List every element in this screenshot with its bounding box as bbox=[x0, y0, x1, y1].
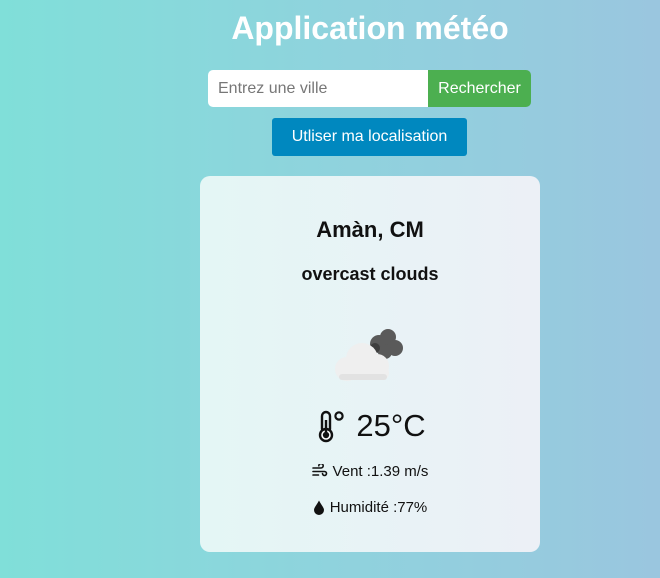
overcast-clouds-icon bbox=[335, 329, 403, 381]
use-location-button[interactable]: Utliser ma localisation bbox=[272, 118, 467, 156]
app-title: Application météo bbox=[231, 10, 509, 46]
weather-card: Amàn, CM overcast clouds 25°C Vent:1.39… bbox=[200, 176, 540, 552]
wind-icon bbox=[311, 464, 327, 477]
city-name: Amàn, CM bbox=[316, 217, 424, 242]
temperature-row: 25°C bbox=[200, 406, 540, 446]
city-search-input[interactable] bbox=[208, 70, 428, 107]
wind-row: Vent :1.39 m/s bbox=[200, 461, 540, 481]
search-bar: Rechercher bbox=[208, 70, 531, 107]
search-button[interactable]: Rechercher bbox=[428, 70, 531, 107]
water-drop-icon bbox=[313, 500, 324, 515]
thermometer-icon bbox=[319, 410, 345, 443]
wind-speed-text: Vent :1.39 m/s bbox=[332, 462, 429, 480]
humidity-text: Humidité :77% bbox=[329, 498, 428, 516]
temperature-value: 25°C bbox=[356, 408, 426, 443]
weather-description: overcast clouds bbox=[301, 264, 439, 284]
humidity-row: Humidité :77% bbox=[200, 497, 540, 517]
